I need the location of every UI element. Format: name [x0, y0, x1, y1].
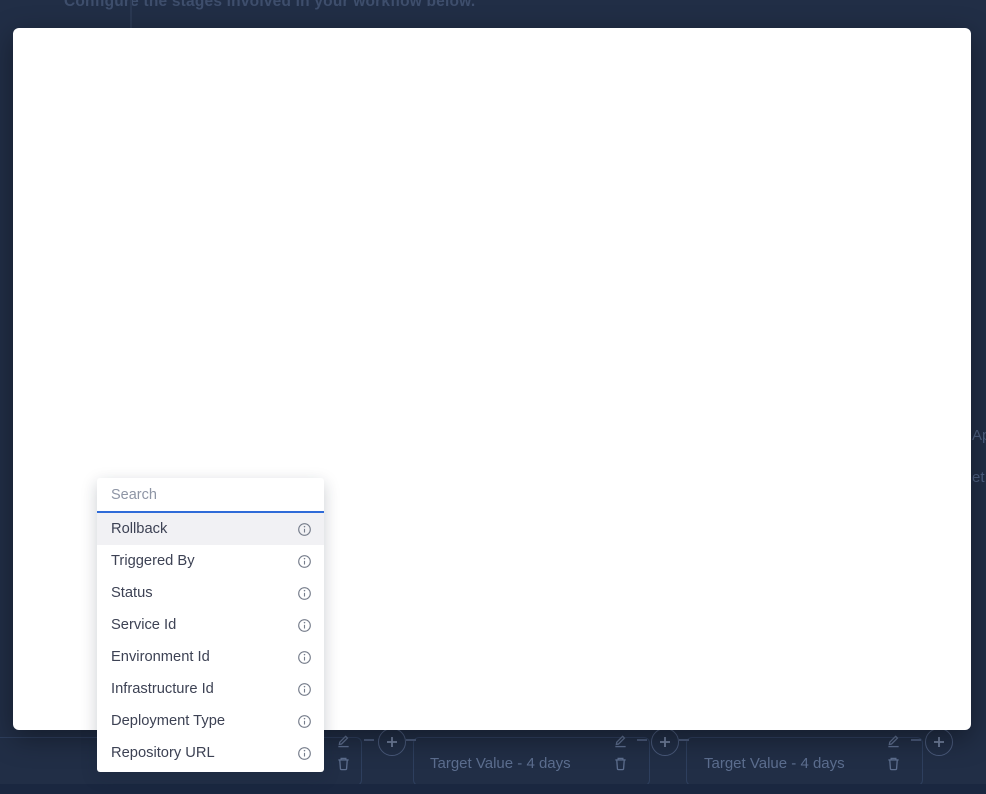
dropdown-item-label: Infrastructure Id	[111, 681, 214, 697]
trash-icon	[336, 756, 351, 771]
connector-dash	[364, 739, 374, 741]
dropdown-search	[97, 478, 324, 513]
background-text-fragment: Ap	[972, 427, 986, 444]
dropdown-item-label: Environment Id	[111, 649, 210, 665]
edit-icon	[886, 733, 901, 748]
background-card-label: Target Value - 4 days	[430, 755, 571, 772]
search-input[interactable]	[97, 487, 324, 503]
dropdown-item-label: Repository URL	[111, 745, 215, 761]
trash-icon	[886, 756, 901, 771]
dropdown-item-label: Triggered By	[111, 553, 195, 569]
background-caption: Configure the stages involved in your wo…	[64, 0, 475, 11]
trash-icon	[613, 756, 628, 771]
info-icon[interactable]	[297, 650, 312, 665]
dropdown-item-label: Deployment Type	[111, 713, 225, 729]
background-text-fragment: et	[972, 469, 985, 486]
dropdown-item[interactable]: Rollback	[97, 513, 324, 545]
dropdown-item[interactable]: Deployment Type	[97, 705, 324, 737]
add-stage-button	[378, 728, 406, 756]
dropdown-item[interactable]: Status	[97, 577, 324, 609]
connector-dash	[406, 739, 416, 741]
dropdown-item-label: Service Id	[111, 617, 176, 633]
edit-icon	[336, 733, 351, 748]
connector-dash	[637, 739, 647, 741]
add-stage-button	[651, 728, 679, 756]
property-dropdown: Rollback Triggered By Status Service Id …	[97, 478, 324, 772]
info-icon[interactable]	[297, 682, 312, 697]
dropdown-item[interactable]: Service Id	[97, 609, 324, 641]
info-icon[interactable]	[297, 522, 312, 537]
dropdown-item[interactable]: Environment Id	[97, 641, 324, 673]
dropdown-item[interactable]: Infrastructure Id	[97, 673, 324, 705]
background-divider	[130, 0, 132, 28]
background-card-label: Target Value - 4 days	[704, 755, 845, 772]
dropdown-item-label: Rollback	[111, 521, 167, 537]
dropdown-item[interactable]: Repository URL	[97, 737, 324, 769]
add-stage-button	[925, 728, 953, 756]
info-icon[interactable]	[297, 746, 312, 761]
connector-dash	[679, 739, 689, 741]
info-icon[interactable]	[297, 586, 312, 601]
dropdown-item-label: Status	[111, 585, 153, 601]
dropdown-item[interactable]: Triggered By	[97, 545, 324, 577]
info-icon[interactable]	[297, 714, 312, 729]
edit-icon	[613, 733, 628, 748]
background-footer-strip	[0, 784, 986, 794]
info-icon[interactable]	[297, 618, 312, 633]
connector-dash	[911, 739, 921, 741]
info-icon[interactable]	[297, 554, 312, 569]
